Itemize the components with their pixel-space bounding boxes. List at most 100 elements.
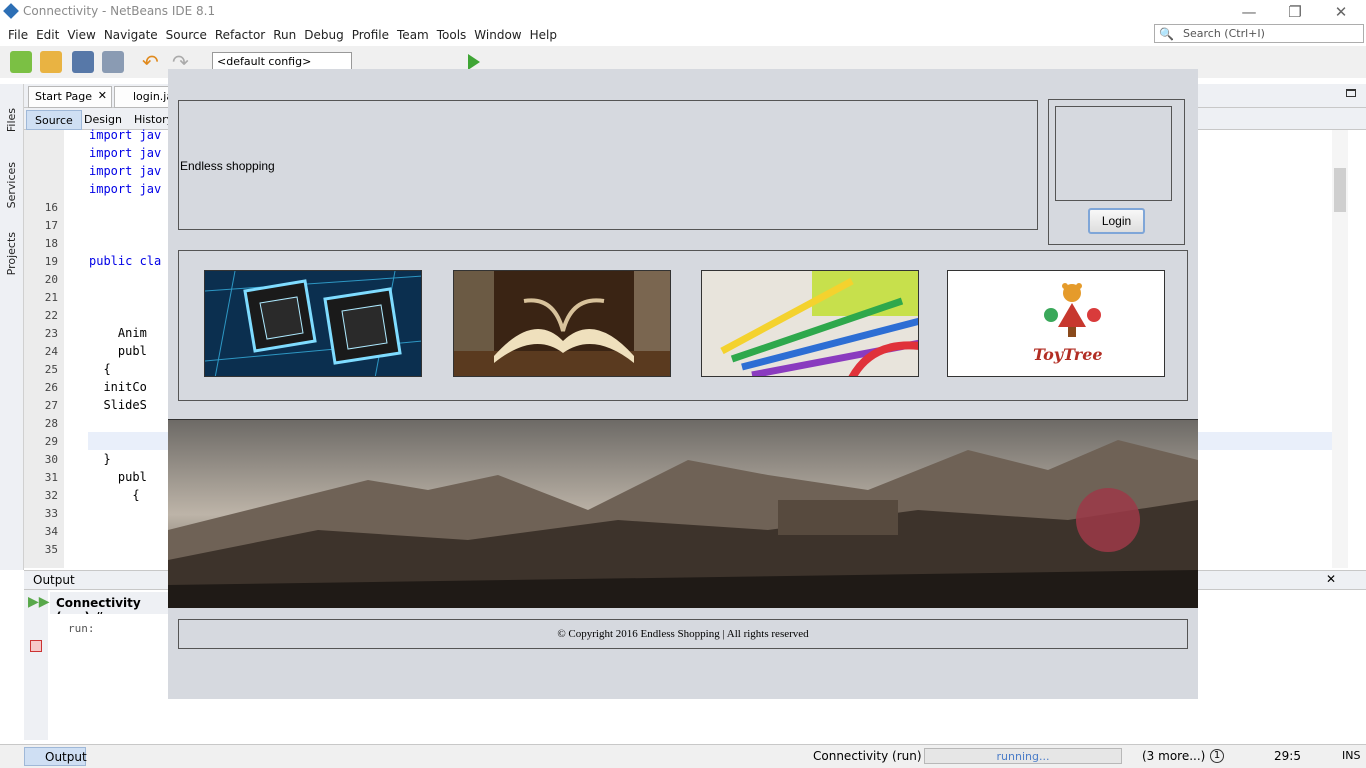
line-number: 16 <box>44 201 58 214</box>
code-line: publ <box>89 344 147 358</box>
line-number: 28 <box>44 417 58 430</box>
scrollbar-thumb[interactable] <box>1334 168 1346 212</box>
code-line: import jav <box>89 182 162 196</box>
tab-design[interactable]: Design <box>76 110 130 130</box>
menu-profile[interactable]: Profile <box>348 28 393 42</box>
menu-run[interactable]: Run <box>269 28 300 42</box>
menu-file[interactable]: File <box>4 28 32 42</box>
projects-tab[interactable]: Projects <box>5 232 18 275</box>
output-actions: ▶▶ <box>24 590 50 740</box>
new-project-icon[interactable] <box>40 51 62 73</box>
landscape-image <box>168 420 1198 608</box>
console-text: run: <box>68 622 95 635</box>
category-electronics-image[interactable] <box>204 270 422 377</box>
line-number: 35 <box>44 543 58 556</box>
code-line: import jav <box>89 146 162 160</box>
output-title: Output <box>33 573 75 587</box>
tab-label: Start Page <box>35 90 92 103</box>
category-stationery-image[interactable] <box>701 270 919 377</box>
status-bar: Output Connectivity (run) #4 (3 more...)… <box>0 744 1366 768</box>
title-bar: Connectivity - NetBeans IDE 8.1 — ❐ ✕ <box>0 0 1366 24</box>
search-icon: 🔍 <box>1159 27 1174 41</box>
caret-position: 29:5 <box>1274 749 1301 763</box>
more-tasks[interactable]: (3 more...) <box>1142 749 1205 763</box>
run-icon[interactable] <box>468 54 480 70</box>
login-box <box>1055 106 1172 201</box>
window-title: Connectivity - NetBeans IDE 8.1 <box>23 4 216 18</box>
new-file-icon[interactable] <box>10 51 32 73</box>
code-line: { <box>89 362 111 376</box>
tab-login-java[interactable]: login.ja <box>114 86 173 108</box>
restore-button[interactable]: ❐ <box>1272 0 1318 24</box>
menu-source[interactable]: Source <box>162 28 211 42</box>
open-project-icon[interactable] <box>72 51 94 73</box>
menu-navigate[interactable]: Navigate <box>100 28 162 42</box>
line-number: 23 <box>44 327 58 340</box>
line-number: 26 <box>44 381 58 394</box>
open-book-image <box>454 271 670 376</box>
undo-icon[interactable]: ↶ <box>142 51 164 73</box>
code-line: import jav <box>89 128 162 142</box>
close-button[interactable]: ✕ <box>1318 0 1364 24</box>
circuit-board-image <box>205 271 421 376</box>
code-line: { <box>89 488 140 502</box>
line-number: 24 <box>44 345 58 358</box>
output-toggle-button[interactable]: Output <box>24 747 87 766</box>
close-icon[interactable]: ✕ <box>98 89 107 102</box>
app-header-panel: Endless shopping <box>178 100 1038 230</box>
code-line: SlideS <box>89 398 147 412</box>
menu-tools[interactable]: Tools <box>433 28 471 42</box>
code-line: Anim <box>89 326 147 340</box>
notification-badge[interactable]: 1 <box>1210 749 1224 763</box>
tab-source[interactable]: Source <box>26 110 82 130</box>
category-books-image[interactable] <box>453 270 671 377</box>
output-toggle-label: Output <box>45 750 87 764</box>
files-tab[interactable]: Files <box>5 108 18 132</box>
insert-mode: INS <box>1342 749 1361 762</box>
side-panel-strip: Files Services Projects <box>0 84 24 570</box>
line-number: 21 <box>44 291 58 304</box>
menu-team[interactable]: Team <box>393 28 433 42</box>
pencils-image <box>702 271 918 376</box>
category-toys-image[interactable]: ToyTree <box>947 270 1165 377</box>
line-number: 30 <box>44 453 58 466</box>
line-number: 33 <box>44 507 58 520</box>
line-number: 29 <box>44 435 58 448</box>
services-tab[interactable]: Services <box>5 162 18 208</box>
save-all-icon[interactable] <box>102 51 124 73</box>
line-number: 19 <box>44 255 58 268</box>
app-header-text: Endless shopping <box>180 159 275 173</box>
search-placeholder: Search (Ctrl+I) <box>1183 27 1265 40</box>
line-number: 27 <box>44 399 58 412</box>
line-number: 34 <box>44 525 58 538</box>
code-line: publ <box>89 470 147 484</box>
line-number: 17 <box>44 219 58 232</box>
code-line: } <box>89 452 111 466</box>
stop-icon[interactable] <box>30 640 42 652</box>
editor-scrollbar[interactable] <box>1332 130 1348 568</box>
output-run-tab[interactable]: Connectivity (run) # <box>50 592 170 624</box>
line-number: 18 <box>44 237 58 250</box>
rerun-icon[interactable]: ▶▶ <box>28 594 50 610</box>
menu-help[interactable]: Help <box>526 28 561 42</box>
login-button[interactable]: Login <box>1088 208 1145 234</box>
maximize-icon[interactable] <box>1346 89 1356 97</box>
menu-debug[interactable]: Debug <box>300 28 347 42</box>
toytree-text: ToyTree <box>1033 345 1103 364</box>
menu-window[interactable]: Window <box>470 28 525 42</box>
code-line: public cla <box>89 254 162 268</box>
minimize-button[interactable]: — <box>1226 0 1272 24</box>
code-line: import jav <box>89 164 162 178</box>
progress-bar: running... <box>924 748 1122 764</box>
close-output-icon[interactable]: ✕ <box>1326 572 1336 586</box>
tab-start-page[interactable]: Start Page ✕ <box>28 86 112 108</box>
app-footer: © Copyright 2016 Endless Shopping | All … <box>178 619 1188 649</box>
menu-edit[interactable]: Edit <box>32 28 63 42</box>
search-input[interactable]: 🔍 Search (Ctrl+I) <box>1154 24 1364 43</box>
code-line: initCo <box>89 380 147 394</box>
menu-view[interactable]: View <box>63 28 99 42</box>
line-number: 25 <box>44 363 58 376</box>
line-number: 31 <box>44 471 58 484</box>
netbeans-logo-icon <box>3 3 19 19</box>
menu-refactor[interactable]: Refactor <box>211 28 269 42</box>
